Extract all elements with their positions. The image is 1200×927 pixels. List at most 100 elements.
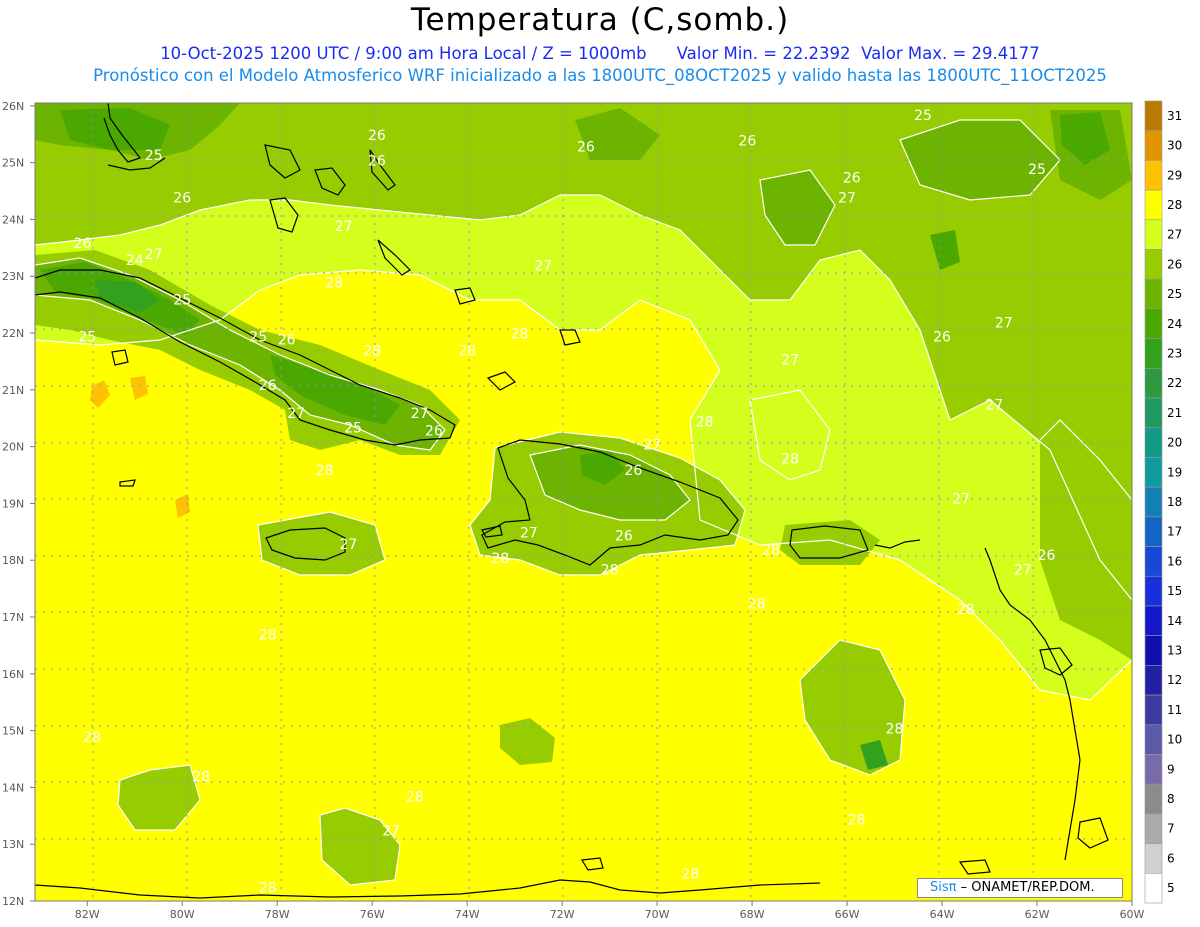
- contour-value-label: 26: [933, 330, 951, 346]
- colorbar-level-label: 26: [1167, 257, 1182, 271]
- colorbar-level-label: 15: [1167, 584, 1182, 598]
- lat-tick-label: 18N: [2, 554, 24, 567]
- contour-value-label: 27: [995, 315, 1013, 331]
- colorbar-swatch: [1144, 338, 1163, 369]
- colorbar-swatch: [1144, 516, 1163, 547]
- weather-map-figure: Temperatura (C,somb.) 10-Oct-2025 1200 U…: [0, 0, 1200, 927]
- contour-value-label: 28: [192, 770, 210, 786]
- colorbar-swatch: [1144, 486, 1163, 518]
- contour-value-label: 27: [1014, 562, 1032, 578]
- contour-value-label: 27: [145, 247, 163, 263]
- contour-value-label: 26: [278, 332, 296, 348]
- colorbar-swatch: [1144, 665, 1163, 696]
- lon-tick-label: 68W: [740, 908, 765, 921]
- colorbar-swatch: [1144, 100, 1163, 132]
- lat-tick-label: 13N: [2, 838, 24, 851]
- contour-value-label: 26: [1038, 548, 1056, 564]
- colorbar-swatch: [1144, 635, 1163, 666]
- colorbar-level-label: 6: [1167, 851, 1175, 865]
- colorbar-level-label: 19: [1167, 465, 1182, 479]
- contour-value-label: 25: [145, 148, 163, 164]
- contour-value-label: 27: [643, 437, 661, 453]
- lat-tick-label: 15N: [2, 725, 24, 738]
- contour-value-label: 27: [382, 824, 400, 840]
- credit-org: ONAMET/REP.DOM.: [971, 880, 1095, 895]
- lat-tick-label: 17N: [2, 611, 24, 624]
- lat-tick-label: 19N: [2, 497, 24, 510]
- lon-tick-label: 66W: [835, 908, 860, 921]
- credit-brand: Sisπ: [930, 880, 957, 895]
- contour-value-label: 26: [738, 134, 756, 150]
- contour-value-label: 28: [762, 543, 780, 559]
- contour-value-label: 28: [363, 344, 381, 360]
- contour-value-label: 26: [74, 236, 92, 252]
- colorbar-swatch: [1144, 160, 1163, 191]
- colorbar-swatch: [1144, 219, 1163, 250]
- colorbar-level-label: 21: [1167, 406, 1182, 420]
- contour-value-label: 27: [838, 190, 856, 206]
- colorbar-swatch: [1144, 368, 1163, 399]
- contour-value-label: 28: [406, 790, 424, 806]
- lat-tick-label: 24N: [2, 213, 24, 226]
- contour-value-label: 26: [259, 378, 277, 394]
- contour-value-label: 27: [411, 406, 429, 422]
- contour-value-label: 26: [368, 153, 386, 169]
- lat-tick-label: 21N: [2, 384, 24, 397]
- credit-box: Sisπ – ONAMET/REP.DOM.: [917, 878, 1123, 898]
- colorbar-swatch: [1144, 397, 1163, 429]
- colorbar-level-label: 12: [1167, 673, 1182, 687]
- colorbar-swatch: [1144, 546, 1163, 577]
- colorbar-level-label: 9: [1167, 762, 1175, 776]
- lon-tick-label: 64W: [930, 908, 955, 921]
- colorbar-level-label: 17: [1167, 525, 1182, 539]
- colorbar-level-label: 31: [1167, 109, 1182, 123]
- contour-value-label: 25: [173, 293, 191, 309]
- contour-value-label: 28: [83, 730, 101, 746]
- colorbar-level-label: 30: [1167, 139, 1182, 153]
- contour-value-label: 28: [748, 596, 766, 612]
- colorbar-level-label: 20: [1167, 436, 1182, 450]
- contour-value-label: 27: [952, 491, 970, 507]
- lon-tick-label: 70W: [645, 908, 670, 921]
- contour-value-label: 27: [534, 259, 552, 275]
- colorbar-swatch: [1144, 783, 1163, 815]
- colorbar-level-label: 22: [1167, 376, 1182, 390]
- lat-tick-label: 20N: [2, 441, 24, 454]
- contour-value-label: 28: [781, 452, 799, 468]
- colorbar-level-label: 10: [1167, 733, 1182, 747]
- colorbar-swatch: [1144, 249, 1163, 280]
- colorbar-swatch: [1144, 843, 1163, 874]
- colorbar-swatch: [1144, 308, 1163, 339]
- colorbar-swatch: [1144, 754, 1163, 785]
- colorbar-level-label: 11: [1167, 703, 1182, 717]
- colorbar-swatch: [1144, 278, 1163, 310]
- colorbar-swatch: [1144, 813, 1163, 844]
- latitude-axis: 26N 25N 24N 23N 22N 21N 20N 19N 18N 17N 16N 15N 14N 1…: [2, 100, 35, 908]
- contour-value-label: 28: [848, 812, 866, 828]
- colorbar-level-label: 16: [1167, 554, 1182, 568]
- lat-tick-label: 25N: [2, 157, 24, 170]
- contour-value-label: 25: [249, 330, 267, 346]
- contour-value-label: 26: [425, 423, 443, 439]
- contour-value-label: 28: [491, 551, 509, 567]
- contour-value-label: 24: [126, 253, 144, 269]
- contour-value-label: 28: [601, 562, 619, 578]
- colorbar-swatch: [1144, 575, 1163, 607]
- colorbar-swatch: [1144, 605, 1163, 636]
- contour-value-label: 25: [914, 108, 932, 124]
- colorbar-swatch: [1144, 427, 1163, 458]
- contour-value-label: 27: [287, 406, 305, 422]
- lon-tick-label: 60W: [1120, 908, 1145, 921]
- colorbar-legend: 31 30 29 28 27 26 25 24 23 22 21 20 19 18 17 16 15 14 13 12…: [1144, 100, 1182, 904]
- lon-tick-label: 82W: [75, 908, 100, 921]
- contour-value-label: 26: [615, 528, 633, 544]
- contour-value-label: 27: [985, 398, 1003, 414]
- lon-tick-label: 62W: [1025, 908, 1050, 921]
- lon-tick-label: 74W: [455, 908, 480, 921]
- contour-value-label: 28: [259, 628, 277, 644]
- lat-tick-label: 14N: [2, 781, 24, 794]
- contour-value-label: 27: [335, 219, 353, 235]
- credit-separator: –: [956, 880, 972, 895]
- colorbar-level-label: 23: [1167, 346, 1182, 360]
- temperature-field: 25262624 272525 25 262626262728282725272628…: [35, 103, 1132, 901]
